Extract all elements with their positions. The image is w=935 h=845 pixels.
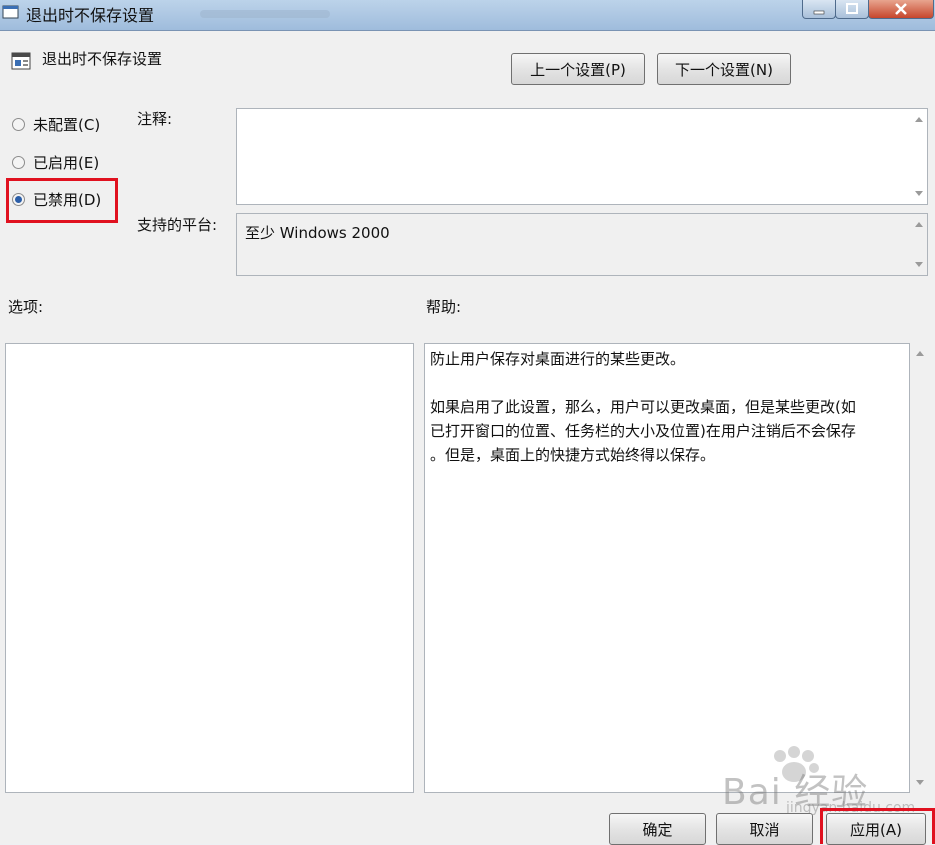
comment-label: 注释: <box>137 110 173 128</box>
highlight-disabled-box <box>6 178 118 223</box>
minimize-button[interactable] <box>802 0 836 19</box>
options-label: 选项: <box>8 298 44 316</box>
options-panel <box>5 343 414 793</box>
help-text: 防止用户保存对桌面进行的某些更改。 如果启用了此设置，那么，用户可以更改桌面，但… <box>430 347 900 491</box>
help-paragraph: 防止用户保存对桌面进行的某些更改。 <box>430 350 686 368</box>
scroll-up-icon[interactable] <box>915 222 923 227</box>
maximize-button[interactable] <box>835 0 869 19</box>
platform-value: 至少 Windows 2000 <box>245 224 390 242</box>
close-icon <box>895 3 907 15</box>
close-button[interactable] <box>868 0 934 19</box>
policy-icon <box>2 5 19 19</box>
help-paragraph: 如果启用了此设置，那么，用户可以更改桌面，但是某些更改(如 已打开窗口的位置、任… <box>430 398 856 464</box>
help-scrollbar[interactable] <box>912 343 930 793</box>
radio-circle[interactable] <box>12 156 25 169</box>
platform-label: 支持的平台: <box>137 216 218 234</box>
radio-not-configured[interactable]: 未配置(C) <box>12 114 100 135</box>
prev-setting-button[interactable]: 上一个设置(P) <box>511 53 645 85</box>
radio-label: 未配置(C) <box>33 116 101 134</box>
next-setting-button[interactable]: 下一个设置(N) <box>657 53 791 85</box>
highlight-apply-box <box>820 808 935 844</box>
platform-scrollbar[interactable] <box>911 214 927 275</box>
scroll-down-icon[interactable] <box>916 780 924 785</box>
platform-field: 至少 Windows 2000 <box>236 213 928 276</box>
scroll-up-icon[interactable] <box>916 351 924 356</box>
ok-button[interactable]: 确定 <box>609 813 706 845</box>
window-title: 退出时不保存设置 <box>26 6 155 25</box>
radio-label: 已启用(E) <box>33 154 100 172</box>
maximize-icon <box>846 3 858 14</box>
setting-icon <box>11 52 31 70</box>
cancel-button[interactable]: 取消 <box>716 813 813 845</box>
comment-textarea[interactable] <box>236 108 928 205</box>
title-bar: 退出时不保存设置 <box>0 0 935 31</box>
scroll-down-icon[interactable] <box>915 191 923 196</box>
radio-enabled[interactable]: 已启用(E) <box>12 152 99 173</box>
minimize-icon <box>813 10 825 15</box>
help-label: 帮助: <box>426 298 462 316</box>
scroll-up-icon[interactable] <box>915 117 923 122</box>
scroll-down-icon[interactable] <box>915 262 923 267</box>
comment-scrollbar[interactable] <box>911 109 927 204</box>
title-blur <box>200 10 330 18</box>
radio-circle[interactable] <box>12 118 25 131</box>
setting-title: 退出时不保存设置 <box>42 50 163 68</box>
